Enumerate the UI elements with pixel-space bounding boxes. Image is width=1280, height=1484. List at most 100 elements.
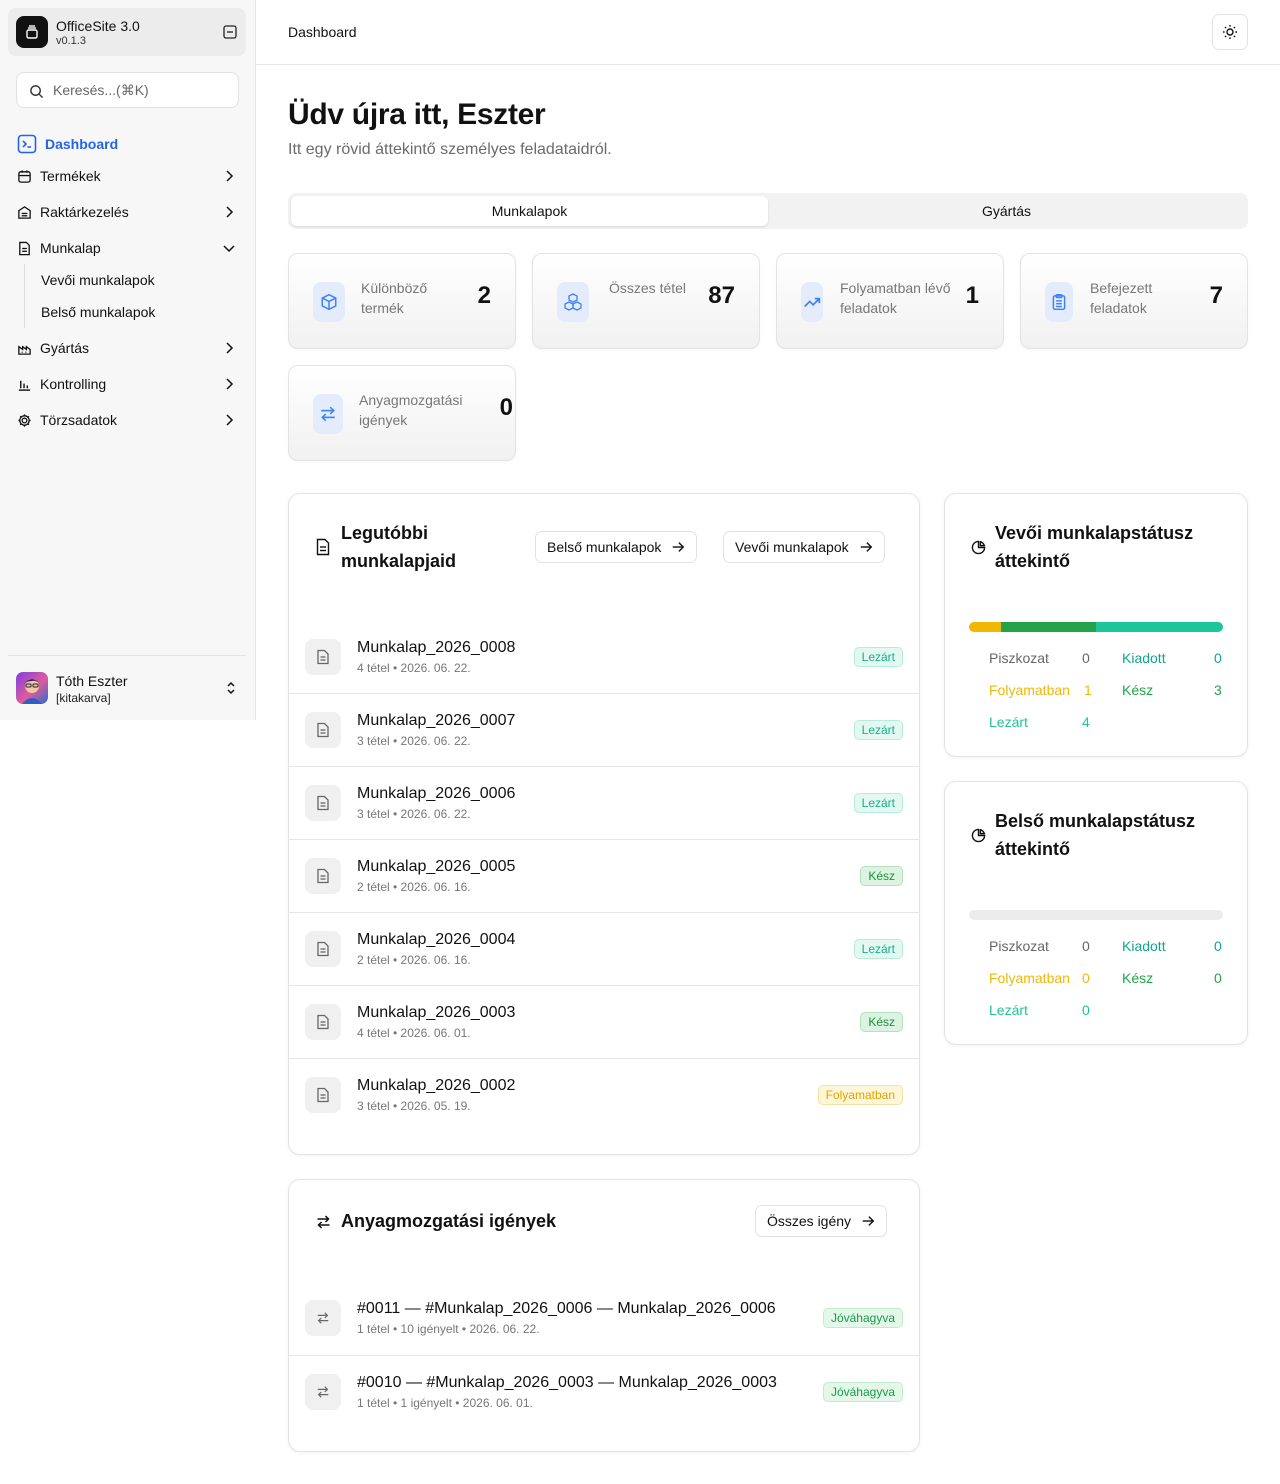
worksheet-row[interactable]: Munkalap_2026_0004 2 tétel • 2026. 06. 1… — [289, 912, 919, 985]
internal-worksheets-button[interactable]: Belső munkalapok — [535, 531, 698, 563]
worksheet-row[interactable]: Munkalap_2026_0007 3 tétel • 2026. 06. 2… — [289, 693, 919, 766]
chevron-right-icon — [221, 376, 237, 392]
search-box[interactable] — [16, 72, 239, 108]
worksheet-row[interactable]: Munkalap_2026_0003 4 tétel • 2026. 06. 0… — [289, 985, 919, 1058]
card-title: Anyagmozgatási igények — [341, 1211, 557, 1231]
sidebar-item-label: Munkalap — [40, 240, 101, 256]
search-input[interactable] — [53, 73, 233, 107]
legend-label-kesz: Kész — [1122, 682, 1154, 698]
legend-label-piszkozat: Piszkozat — [989, 650, 1049, 666]
sidebar-item-label: Gyártás — [40, 340, 90, 356]
legend-label-kiadott: Kiadott — [1122, 650, 1166, 666]
stat-label: Összes tétel — [609, 280, 687, 296]
tab-gyartas[interactable]: Gyártás — [768, 196, 1245, 226]
stat-value: 1 — [965, 282, 979, 309]
sidebar-item-raktar[interactable]: Raktárkezelés — [16, 198, 241, 226]
file-icon — [305, 785, 341, 821]
topbar: Dashboard — [256, 0, 1280, 65]
worksheet-row[interactable]: Munkalap_2026_0005 2 tétel • 2026. 06. 1… — [289, 839, 919, 912]
sidebar-item-munkalap[interactable]: Munkalap — [16, 234, 241, 262]
stat-card-anyagmozgatas: Anyagmozgatási igények 0 — [288, 365, 516, 461]
worksheet-title: Munkalap_2026_0006 — [357, 785, 516, 802]
status-badge: Lezárt — [853, 939, 903, 959]
worksheet-meta: 2 tétel • 2026. 06. 16. — [357, 880, 471, 894]
sidebar-item-label: Kontrolling — [40, 376, 107, 392]
sidebar-subitem-belso[interactable]: Belső munkalapok — [41, 304, 155, 320]
all-requests-button[interactable]: Összes igény — [755, 1205, 888, 1237]
sidebar-subitem-vevoi[interactable]: Vevői munkalapok — [41, 272, 155, 288]
status-bar-segment-lezart — [1096, 622, 1223, 632]
tab-munkalapok[interactable]: Munkalapok — [291, 196, 768, 226]
clipboard-list-icon — [1045, 282, 1073, 322]
request-meta: 1 tétel • 10 igényelt • 2026. 06. 22. — [357, 1322, 540, 1336]
legend-count-piszkozat: 0 — [1082, 650, 1090, 666]
search-icon — [29, 84, 44, 99]
breadcrumb[interactable]: Dashboard — [288, 24, 357, 40]
user-role: [kitakarva] — [56, 691, 111, 705]
arrow-right-icon — [859, 540, 873, 554]
app-logo-icon — [16, 16, 48, 48]
status-badge: Folyamatban — [817, 1085, 903, 1105]
legend-count-kiadott: 0 — [1214, 650, 1222, 666]
stat-label: Folyamatban lévő feladatok — [840, 280, 951, 316]
sidebar-toggle-icon[interactable] — [222, 24, 238, 40]
legend-label-folyamatban: Folyamatban — [989, 970, 1070, 986]
worksheet-row[interactable]: Munkalap_2026_0006 3 tétel • 2026. 06. 2… — [289, 766, 919, 839]
internal-status-card: Belső munkalapstátusz áttekintő Piszkoza… — [944, 781, 1248, 1045]
theme-toggle-button[interactable] — [1212, 14, 1248, 50]
sidebar-item-label: Raktárkezelés — [40, 204, 129, 220]
chevron-right-icon — [221, 340, 237, 356]
status-badge: Kész — [860, 866, 903, 886]
sidebar-item-gyartas[interactable]: Gyártás — [16, 334, 241, 362]
recent-worksheets-card: Legutóbbi munkalapjaid Belső munkalapok … — [288, 493, 920, 1155]
sidebar-item-kontrolling[interactable]: Kontrolling — [16, 370, 241, 398]
sun-icon — [1222, 24, 1238, 40]
worksheet-meta: 3 tétel • 2026. 06. 22. — [357, 807, 471, 821]
stat-label: Különböző termék — [361, 280, 428, 316]
avatar[interactable] — [16, 672, 48, 704]
sidebar-item-dashboard[interactable]: Dashboard — [16, 130, 241, 158]
status-badge: Lezárt — [853, 647, 903, 667]
legend-label-lezart: Lezárt — [989, 714, 1028, 730]
stat-value: 0 — [499, 394, 513, 421]
file-icon — [305, 639, 341, 675]
page-title: Üdv újra itt, Eszter — [288, 98, 546, 131]
status-bar-segment-folyamatban — [969, 622, 1002, 632]
arrows-exchange-icon — [313, 394, 343, 434]
submenu-line — [24, 264, 25, 328]
legend-count-lezart: 4 — [1082, 714, 1090, 730]
legend-label-folyamatban: Folyamatban — [989, 682, 1070, 698]
sidebar-item-termekek[interactable]: Termékek — [16, 162, 241, 190]
chevron-right-icon — [221, 168, 237, 184]
legend-count-piszkozat: 0 — [1082, 938, 1090, 954]
sidebar-item-torzsadatok[interactable]: Törzsadatok — [16, 406, 241, 434]
status-badge: Jóváhagyva — [822, 1308, 903, 1328]
file-icon — [305, 1077, 341, 1113]
arrow-right-icon — [671, 540, 685, 554]
status-bar — [969, 910, 1223, 920]
bar-chart-icon — [16, 376, 32, 392]
app-name: OfficeSite 3.0 — [56, 18, 140, 34]
arrows-exchange-icon — [305, 1300, 341, 1336]
app-switcher[interactable]: OfficeSite 3.0 v0.1.3 — [8, 8, 246, 56]
legend-count-kesz: 0 — [1214, 970, 1222, 986]
stat-value: 7 — [1209, 282, 1223, 309]
chevrons-up-down-icon[interactable] — [223, 680, 239, 696]
status-badge: Jóváhagyva — [822, 1382, 903, 1402]
customer-worksheets-button[interactable]: Vevői munkalapok — [723, 531, 885, 563]
user-name: Tóth Eszter — [56, 673, 128, 689]
file-icon — [305, 858, 341, 894]
terminal-icon — [17, 134, 37, 154]
material-request-row[interactable]: #0011 — #Munkalap_2026_0006 — Munkalap_2… — [289, 1282, 919, 1355]
worksheet-row[interactable]: Munkalap_2026_0002 3 tétel • 2026. 05. 1… — [289, 1058, 919, 1131]
sidebar-item-label: Dashboard — [45, 136, 119, 152]
stat-value: 2 — [477, 282, 491, 309]
worksheet-meta: 2 tétel • 2026. 06. 16. — [357, 953, 471, 967]
file-icon — [305, 1004, 341, 1040]
arrow-right-icon — [861, 1214, 875, 1228]
worksheet-row[interactable]: Munkalap_2026_0008 4 tétel • 2026. 06. 2… — [289, 621, 919, 694]
chevron-right-icon — [221, 412, 237, 428]
material-requests-card: Anyagmozgatási igények Összes igény #001… — [288, 1179, 920, 1452]
file-icon — [305, 712, 341, 748]
material-request-row[interactable]: #0010 — #Munkalap_2026_0003 — Munkalap_2… — [289, 1355, 919, 1428]
